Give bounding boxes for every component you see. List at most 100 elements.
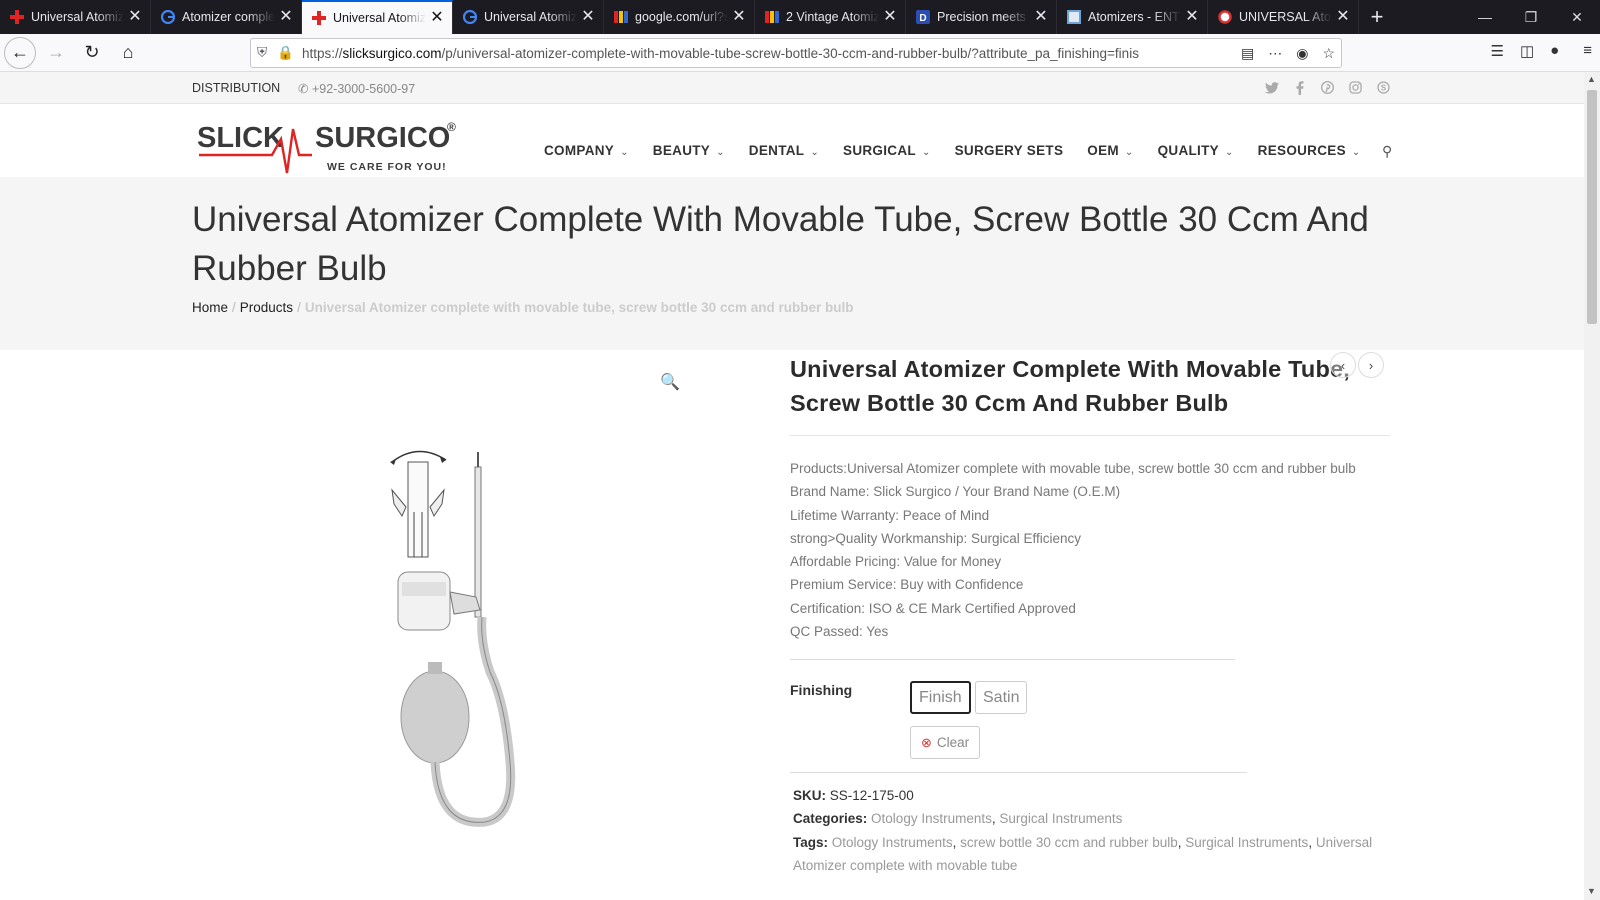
close-tab-icon[interactable]: ✕: [1336, 9, 1350, 25]
skype-icon[interactable]: S: [1376, 80, 1391, 95]
minimize-icon[interactable]: —: [1462, 0, 1508, 34]
back-button[interactable]: ←: [4, 36, 36, 69]
browser-tab[interactable]: UNIVERSAL Atomizer ✕: [1208, 0, 1359, 34]
browser-tab[interactable]: D Precision meets Comfort ✕: [906, 0, 1057, 34]
reader-view-icon[interactable]: ▤: [1241, 45, 1254, 62]
browser-tab[interactable]: Universal Atomizer complete ✕: [453, 0, 604, 34]
hamburger-menu-icon[interactable]: ≡: [1583, 42, 1592, 60]
tag-link[interactable]: screw bottle 30 ccm and rubber bulb: [960, 835, 1178, 850]
sku-label: SKU:: [793, 788, 826, 803]
svg-text:D: D: [919, 13, 926, 24]
account-icon[interactable]: ●: [1550, 42, 1559, 60]
scroll-up-icon[interactable]: ▲: [1587, 74, 1596, 84]
browser-tab[interactable]: google.com/url?sa ✕: [604, 0, 755, 34]
shield-icon[interactable]: ⛨: [257, 45, 267, 61]
url-text[interactable]: https://slicksurgico.com/p/universal-ato…: [302, 46, 1233, 61]
tab-title: UNIVERSAL Atomizer: [1239, 10, 1332, 24]
browser-tab[interactable]: 2 Vintage Atomizer ✕: [755, 0, 906, 34]
menu-item-resources[interactable]: RESOURCES ⌄: [1258, 143, 1361, 158]
next-product-icon[interactable]: ›: [1358, 352, 1384, 378]
facebook-icon[interactable]: [1292, 80, 1307, 95]
close-tab-icon[interactable]: ✕: [1034, 9, 1048, 25]
clear-selection-button[interactable]: ⊗ Clear: [910, 726, 981, 759]
phone-number[interactable]: ✆ +92-3000-5600-97: [298, 81, 415, 96]
browser-tab[interactable]: Atomizers - ENT Instruments ✕: [1057, 0, 1208, 34]
tag-link[interactable]: Otology Instruments: [832, 835, 953, 850]
finishing-option-finish[interactable]: Finish: [910, 681, 971, 714]
google-icon: [462, 9, 478, 25]
sidebar-icon[interactable]: ◫: [1520, 42, 1534, 60]
red-cross-icon: [311, 10, 327, 26]
browser-tab[interactable]: Universal Atomizer complete ✕: [302, 0, 453, 34]
search-icon[interactable]: ⚲: [1382, 143, 1392, 160]
close-tab-icon[interactable]: ✕: [732, 9, 746, 25]
distribution-label[interactable]: DISTRIBUTION: [192, 81, 280, 95]
more-actions-icon[interactable]: ⋯: [1268, 45, 1282, 62]
tab-title: google.com/url?sa: [635, 10, 728, 24]
menu-item-label: RESOURCES: [1257, 143, 1346, 158]
clear-label: Clear: [936, 735, 970, 750]
breadcrumb-home[interactable]: Home: [192, 300, 228, 315]
product-specs: Products:Universal Atomizer complete wit…: [790, 457, 1356, 643]
main-menu: COMPANY ⌄ BEAUTY ⌄ DENTAL ⌄ SURGICAL ⌄ SURGERY S…: [544, 143, 1385, 158]
comma-separator: ,: [1308, 834, 1316, 850]
browser-tab[interactable]: Universal Atomizer complete ✕: [0, 0, 151, 34]
scrollbar-thumb[interactable]: [1587, 90, 1597, 324]
finishing-option-satin[interactable]: Satin: [975, 681, 1028, 714]
close-tab-icon[interactable]: ✕: [128, 9, 142, 25]
scrollbar[interactable]: ▲ ▼: [1584, 72, 1600, 900]
menu-item-label: SURGICAL: [843, 143, 916, 158]
forward-button[interactable]: →: [40, 37, 72, 69]
close-tab-icon[interactable]: ✕: [581, 9, 595, 25]
menu-item-label: COMPANY: [544, 143, 615, 158]
spec-line: QC Passed: Yes: [790, 624, 889, 640]
category-link[interactable]: Otology Instruments: [871, 811, 992, 826]
divider: [790, 772, 1247, 773]
menu-item-company[interactable]: COMPANY ⌄: [544, 143, 629, 158]
breadcrumb-products[interactable]: Products: [240, 300, 293, 315]
site-logo[interactable]: SLICK SURGICO ® WE CARE FOR YOU!: [197, 115, 467, 175]
breadcrumb: Home / Products / Universal Atomizer complet…: [192, 300, 853, 315]
product-image[interactable]: [350, 432, 550, 832]
top-info-bar: DISTRIBUTION ✆ +92-3000-5600-97 S: [0, 72, 1584, 104]
new-tab-button[interactable]: +: [1359, 0, 1395, 34]
url-domain: slicksurgico.com: [342, 45, 442, 61]
close-tab-icon[interactable]: ✕: [1185, 9, 1199, 25]
menu-item-beauty[interactable]: BEAUTY ⌄: [653, 143, 725, 158]
menu-item-quality[interactable]: QUALITY ⌄: [1158, 143, 1234, 158]
categories-label: Categories:: [793, 811, 868, 827]
address-bar[interactable]: ⛨ 🔒 https://slicksurgico.com/p/universal…: [250, 38, 1342, 68]
menu-item-surgery-sets[interactable]: SURGERY SETS: [955, 143, 1064, 158]
library-icon[interactable]: ☰: [1491, 42, 1504, 60]
divider: [790, 435, 1390, 436]
tab-title: Precision meets Comfort: [937, 10, 1030, 24]
twitter-icon[interactable]: [1264, 80, 1279, 95]
menu-item-dental[interactable]: DENTAL ⌄: [749, 143, 819, 158]
close-tab-icon[interactable]: ✕: [430, 10, 444, 26]
chevron-down-icon: ⌄: [1351, 147, 1361, 158]
zoom-magnifier-icon[interactable]: 🔍: [660, 372, 680, 392]
bookmark-star-icon[interactable]: ☆: [1322, 45, 1335, 62]
home-button[interactable]: ⌂: [112, 37, 144, 69]
pocket-icon[interactable]: ◉: [1296, 45, 1308, 62]
tab-title: Atomizers - ENT Instruments: [1088, 10, 1181, 24]
lock-icon[interactable]: 🔒: [277, 45, 294, 61]
previous-product-icon[interactable]: ‹: [1330, 352, 1356, 378]
restore-icon[interactable]: ❐: [1508, 0, 1554, 34]
category-link[interactable]: Surgical Instruments: [999, 811, 1122, 826]
close-window-icon[interactable]: ✕: [1554, 0, 1600, 34]
close-tab-icon[interactable]: ✕: [279, 9, 293, 25]
breadcrumb-separator: /: [232, 300, 236, 315]
menu-item-surgical[interactable]: SURGICAL ⌄: [843, 143, 931, 158]
tab-title: Atomizer complete with: [182, 10, 275, 24]
chevron-down-icon: ⌄: [716, 147, 725, 158]
reload-button[interactable]: ↻: [76, 37, 108, 69]
tab-strip: Universal Atomizer complete✕Atomizer com…: [0, 0, 1600, 34]
scroll-down-icon[interactable]: ▼: [1587, 886, 1596, 896]
tag-link[interactable]: Surgical Instruments: [1185, 835, 1308, 850]
menu-item-oem[interactable]: OEM ⌄: [1087, 143, 1133, 158]
browser-tab[interactable]: Atomizer complete with ✕: [151, 0, 302, 34]
pinterest-icon[interactable]: [1320, 80, 1335, 95]
close-tab-icon[interactable]: ✕: [883, 9, 897, 25]
instagram-icon[interactable]: [1348, 80, 1363, 95]
